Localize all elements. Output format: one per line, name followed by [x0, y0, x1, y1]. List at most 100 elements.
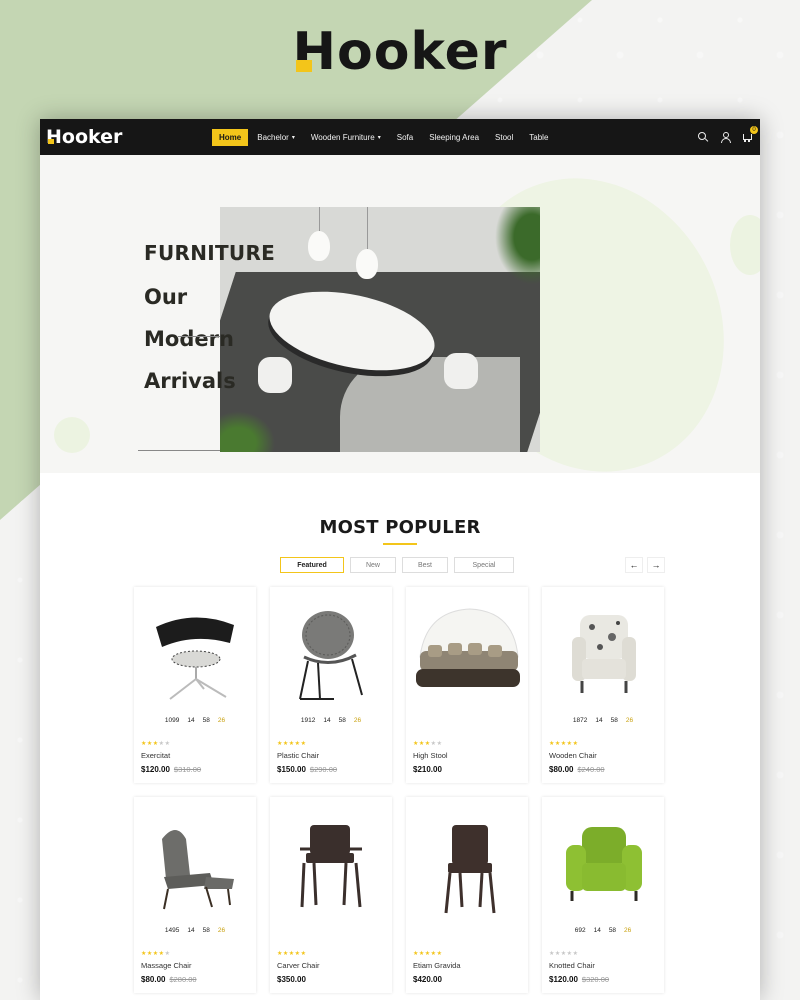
current-price: $350.00 [277, 975, 306, 984]
pendant-lamp [308, 231, 330, 261]
nav-item-sofa[interactable]: Sofa [390, 129, 420, 146]
rating-stars: ★★★★★ [549, 740, 578, 747]
countdown-value: 14 [595, 717, 603, 724]
website-preview: Hooker Home Bachelor ▾ Wooden Furniture ▾ Sof… [40, 119, 760, 1000]
product-card[interactable]: 1099 14 58 26 ★★★★★ Exercitat $120.00 $310.00 [134, 587, 256, 783]
nav-logo[interactable]: Hooker [46, 126, 212, 148]
product-card[interactable]: ★★★★★ Carver Chair $350.00 [270, 797, 392, 993]
product-card[interactable]: 1912 14 58 26 ★★★★★ Plastic Chair $150.00 $290.… [270, 587, 392, 783]
countdown-value: 1872 [572, 717, 588, 724]
hero-kicker: FURNITURE [144, 241, 276, 265]
star-icon: ★ [572, 741, 579, 747]
nav-item-sleeping-area[interactable]: Sleeping Area [422, 129, 486, 146]
pendant-lamp [356, 249, 378, 279]
old-price: $310.00 [173, 765, 202, 774]
countdown-timer: 1495 14 58 26 [134, 927, 256, 934]
chevron-down-icon: ▾ [377, 134, 381, 141]
countdown-value: 26 [217, 717, 226, 724]
nav-item-home[interactable]: Home [212, 128, 249, 146]
product-name[interactable]: Plastic Chair [277, 751, 319, 760]
armchair-icon[interactable] [542, 587, 664, 715]
countdown-value: 26 [624, 927, 632, 934]
product-name[interactable]: Carver Chair [277, 961, 320, 970]
nav-item-stool[interactable]: Stool [488, 129, 520, 146]
product-card[interactable]: 1872 14 58 26 ★★★★★ Wooden Chair $80.00 $240.00 [542, 587, 664, 783]
next-arrow-icon[interactable]: → [647, 557, 665, 573]
product-name[interactable]: Exercitat [141, 751, 170, 760]
star-icon: ★ [300, 951, 307, 957]
swivel-chair-icon[interactable] [134, 587, 256, 715]
product-price: $150.00 $290.00 [277, 765, 337, 774]
product-grid: 1099 14 58 26 ★★★★★ Exercitat $120.00 $310.00 19… [134, 587, 666, 993]
countdown-value: 1912 [300, 717, 316, 724]
product-price: $120.00 $320.00 [549, 975, 609, 984]
nav-item-bachelor[interactable]: Bachelor ▾ [250, 129, 302, 146]
current-price: $150.00 [277, 765, 306, 774]
countdown-value: 14 [593, 927, 601, 934]
palm-plant [490, 207, 540, 291]
nav-menu: Home Bachelor ▾ Wooden Furniture ▾ Sofa Sleepi… [212, 128, 555, 146]
countdown-value: 26 [353, 717, 362, 724]
title-underline [383, 543, 417, 545]
rating-stars: ★★★★★ [277, 740, 306, 747]
hero-blob [54, 417, 90, 453]
daybed-icon[interactable] [406, 587, 528, 715]
star-icon: ★ [164, 741, 171, 747]
product-card[interactable]: ★★★★★ High Stool $210.00 [406, 587, 528, 783]
cart-icon[interactable]: 0 [742, 126, 758, 142]
prev-arrow-icon[interactable]: ← [625, 557, 643, 573]
nav-item-label: Bachelor [257, 132, 289, 142]
lounge-chair-icon[interactable] [134, 797, 256, 925]
tab-best[interactable]: Best [402, 557, 448, 573]
current-price: $420.00 [413, 975, 442, 984]
green-armchair-icon[interactable] [542, 797, 664, 925]
product-card[interactable]: ★★★★★ Etiam Gravida $420.00 [406, 797, 528, 993]
star-icon: ★ [436, 741, 443, 747]
countdown-value: 58 [338, 717, 346, 724]
chevron-down-icon: ▾ [291, 134, 295, 141]
countdown-value: 26 [625, 717, 634, 724]
rating-stars: ★★★★★ [141, 740, 170, 747]
product-card[interactable]: 692 14 58 26 ★★★★★ Knotted Chair $120.00 $320.0… [542, 797, 664, 993]
star-icon: ★ [436, 951, 443, 957]
nav-item-label: Sofa [396, 132, 414, 142]
countdown-value: 58 [608, 927, 617, 934]
lamp-cord [319, 207, 320, 231]
palm-plant [220, 407, 280, 452]
dining-chair-icon[interactable] [270, 797, 392, 925]
hero-blob [730, 215, 760, 275]
product-name[interactable]: Massage Chair [141, 961, 191, 970]
cart-count-badge: 0 [750, 126, 758, 134]
navbar: Hooker Home Bachelor ▾ Wooden Furniture ▾ Sof… [40, 119, 760, 155]
tab-featured[interactable]: Featured [280, 557, 344, 573]
mesh-chair-icon[interactable] [270, 587, 392, 715]
current-price: $210.00 [413, 765, 442, 774]
search-icon[interactable] [698, 132, 708, 142]
product-name[interactable]: High Stool [413, 751, 448, 760]
star-icon: ★ [572, 951, 579, 957]
countdown-timer: 1912 14 58 26 [270, 717, 392, 724]
rating-stars: ★★★★★ [413, 950, 442, 957]
product-name[interactable]: Wooden Chair [549, 751, 597, 760]
nav-item-table[interactable]: Table [522, 129, 555, 146]
product-price: $420.00 [413, 975, 442, 984]
old-price: $280.00 [169, 975, 197, 984]
nav-item-label: Table [529, 132, 549, 142]
countdown-value: 14 [187, 717, 195, 724]
section-title: MOST POPULER [319, 517, 481, 538]
countdown-value: 26 [217, 927, 226, 934]
side-chair-icon[interactable] [406, 797, 528, 925]
product-name[interactable]: Knotted Chair [549, 961, 595, 970]
product-name[interactable]: Etiam Gravida [413, 961, 461, 970]
current-price: $80.00 [549, 765, 574, 774]
user-icon[interactable] [720, 132, 731, 143]
tab-special[interactable]: Special [454, 557, 514, 573]
nav-item-wooden-furniture[interactable]: Wooden Furniture ▾ [304, 129, 388, 146]
hero-divider [138, 450, 220, 451]
nav-icons: 0 [698, 119, 758, 155]
tab-new[interactable]: New [350, 557, 396, 573]
countdown-value: 14 [187, 927, 195, 934]
current-price: $120.00 [141, 765, 170, 774]
hero-rug-light [340, 357, 520, 452]
product-card[interactable]: 1495 14 58 26 ★★★★★ Massage Chair $80.00 $280.0… [134, 797, 256, 993]
